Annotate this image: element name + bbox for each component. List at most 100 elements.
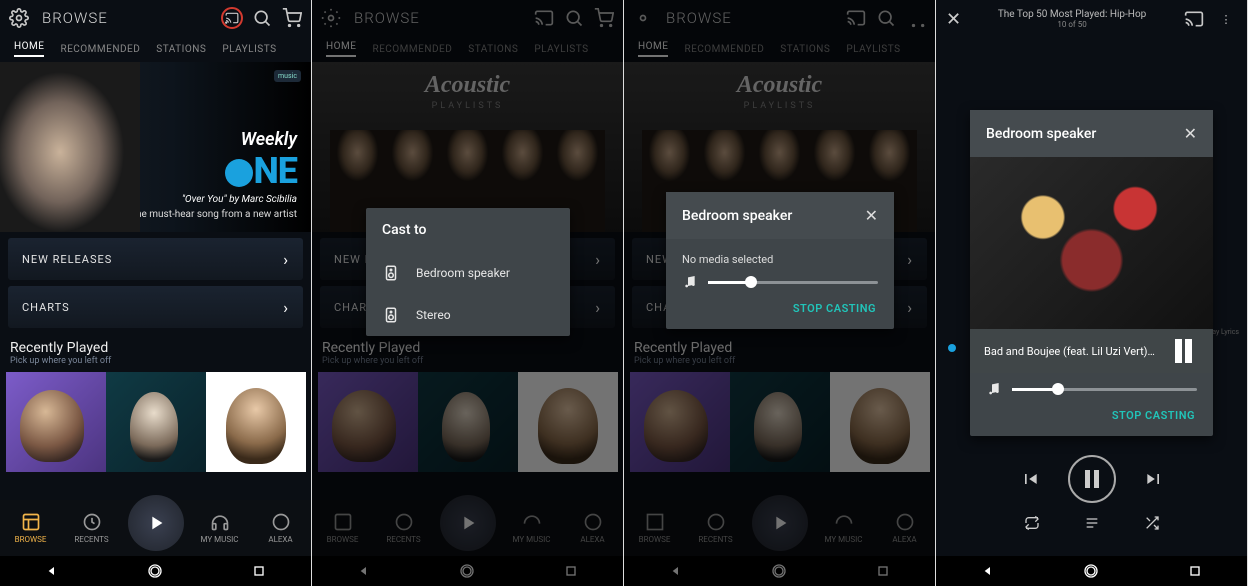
page-title: BROWSE <box>42 9 213 27</box>
hero-subtitle-2: One must-hear song from a new artist <box>129 209 297 220</box>
page-title: BROWSE <box>354 9 525 27</box>
hero-logo: NE <box>129 150 297 192</box>
nav-recents[interactable]: RECENTS <box>67 512 117 544</box>
search-icon[interactable] <box>251 7 273 29</box>
dialog-title: Bedroom speaker <box>682 208 792 224</box>
cast-icon[interactable] <box>221 7 243 29</box>
cart-icon[interactable] <box>281 7 303 29</box>
screen-4-now-playing: ✕ The Top 50 Most Played: Hip-Hop 10 of … <box>936 0 1248 586</box>
dialog-title: Cast to <box>382 222 426 238</box>
next-icon[interactable] <box>1144 469 1164 489</box>
screen-2-cast-to: BROWSE HOMERECOMMENDEDSTATIONSPLAYLISTS … <box>312 0 624 586</box>
player-controls <box>936 455 1247 531</box>
screen-1-browse: BROWSE HOME RECOMMENDED STATIONS PLAYLIS… <box>0 0 312 586</box>
back-icon[interactable] <box>44 563 60 579</box>
top-bar: BROWSE <box>0 0 311 36</box>
row-label: NEW RELEASES <box>22 253 112 266</box>
tab-playlists[interactable]: PLAYLISTS <box>222 44 276 55</box>
settings-icon[interactable] <box>320 7 342 29</box>
cast-icon[interactable] <box>1183 8 1205 30</box>
cast-icon[interactable] <box>845 7 867 29</box>
tab-home[interactable]: HOME <box>14 41 44 57</box>
recent-item[interactable] <box>106 372 206 472</box>
recent-item[interactable] <box>6 372 106 472</box>
back-icon[interactable] <box>356 563 372 579</box>
recents-icon[interactable] <box>1187 563 1203 579</box>
nav-now-playing[interactable] <box>128 495 184 551</box>
device-name: Stereo <box>416 308 451 322</box>
hero-brand: Weekly <box>129 129 297 150</box>
settings-icon[interactable] <box>632 7 654 29</box>
search-icon[interactable] <box>875 7 897 29</box>
cart-icon[interactable] <box>905 7 927 29</box>
row-charts[interactable]: CHARTS › <box>8 286 303 328</box>
no-media-label: No media selected <box>666 239 894 266</box>
hero-acoustic[interactable]: Acoustic PLAYLISTS <box>312 62 623 232</box>
nav-mymusic[interactable]: MY MUSIC <box>195 512 245 544</box>
close-icon[interactable]: ✕ <box>865 206 878 225</box>
cast-icon[interactable] <box>533 7 555 29</box>
nav-recents[interactable]: RECENTS <box>379 512 429 544</box>
music-badge: music <box>274 70 301 82</box>
queue-info[interactable]: The Top 50 Most Played: Hip-Hop 10 of 50 <box>971 9 1173 29</box>
chevron-right-icon: › <box>283 298 289 317</box>
search-icon[interactable] <box>563 7 585 29</box>
queue-icon[interactable] <box>1084 515 1100 531</box>
nav-browse[interactable]: BROWSE <box>318 512 368 544</box>
recent-subtitle: Pick up where you left off <box>0 356 311 372</box>
stop-casting-button[interactable]: STOP CASTING <box>1112 409 1195 422</box>
home-icon[interactable] <box>1083 563 1099 579</box>
nav-now-playing[interactable] <box>440 495 496 551</box>
device-name: Bedroom speaker <box>416 266 510 280</box>
tabs: HOME RECOMMENDED STATIONS PLAYLISTS <box>0 36 311 62</box>
pause-button[interactable] <box>1175 339 1199 363</box>
nav-browse[interactable]: BROWSE <box>6 512 56 544</box>
cast-to-dialog: Cast to Bedroom speaker Stereo <box>366 208 570 336</box>
recent-title: Recently Played <box>0 328 311 356</box>
tab-stations[interactable]: STATIONS <box>156 44 206 55</box>
album-art <box>970 157 1213 329</box>
hero-subtitle-1: "Over You" by Marc Scibilia <box>129 194 297 205</box>
home-icon[interactable] <box>147 563 163 579</box>
settings-icon[interactable] <box>8 7 30 29</box>
track-name: Bad and Boujee (feat. Lil Uzi Vert)… <box>984 345 1165 358</box>
queue-position: 10 of 50 <box>971 20 1173 29</box>
row-new-releases[interactable]: NEW RELEASES › <box>8 238 303 280</box>
volume-slider[interactable] <box>1012 388 1197 391</box>
cast-device-bedroom[interactable]: Bedroom speaker <box>366 252 570 294</box>
bottom-nav: BROWSE RECENTS MY MUSIC ALEXA <box>0 500 311 556</box>
play-pause-button[interactable] <box>1068 455 1116 503</box>
recent-thumbs <box>0 372 311 472</box>
close-icon[interactable]: ✕ <box>946 9 961 30</box>
player-top-bar: ✕ The Top 50 Most Played: Hip-Hop 10 of … <box>936 0 1247 38</box>
recents-icon[interactable] <box>563 563 579 579</box>
cast-control-dialog: Bedroom speaker ✕ Bad and Boujee (feat. … <box>970 110 1213 436</box>
queue-title: The Top 50 Most Played: Hip-Hop <box>971 9 1173 20</box>
progress-handle[interactable] <box>948 344 956 352</box>
repeat-icon[interactable] <box>1024 515 1040 531</box>
nav-alexa[interactable]: ALEXA <box>568 512 618 544</box>
note-icon <box>986 381 1002 397</box>
row-label: CHARTS <box>22 301 70 314</box>
more-icon[interactable]: ⋮ <box>1215 8 1237 30</box>
volume-control <box>666 266 894 294</box>
stop-casting-button[interactable]: STOP CASTING <box>793 302 876 315</box>
nav-mymusic[interactable]: MY MUSIC <box>507 512 557 544</box>
cart-icon[interactable] <box>593 7 615 29</box>
shuffle-icon[interactable] <box>1144 515 1160 531</box>
prev-icon[interactable] <box>1020 469 1040 489</box>
android-softkeys <box>0 556 311 586</box>
track-row: Bad and Boujee (feat. Lil Uzi Vert)… <box>970 329 1213 373</box>
volume-slider[interactable] <box>708 281 878 284</box>
cast-control-dialog: Bedroom speaker ✕ No media selected STOP… <box>666 192 894 329</box>
recents-icon[interactable] <box>251 563 267 579</box>
nav-alexa[interactable]: ALEXA <box>256 512 306 544</box>
back-icon[interactable] <box>980 563 996 579</box>
hero-banner[interactable]: music Weekly NE "Over You" by Marc Scibi… <box>0 62 311 232</box>
tab-recommended[interactable]: RECOMMENDED <box>60 44 140 55</box>
hero-title: Acoustic <box>312 72 623 99</box>
recent-item[interactable] <box>206 372 306 472</box>
cast-device-stereo[interactable]: Stereo <box>366 294 570 336</box>
home-icon[interactable] <box>459 563 475 579</box>
close-icon[interactable]: ✕ <box>1184 124 1197 143</box>
